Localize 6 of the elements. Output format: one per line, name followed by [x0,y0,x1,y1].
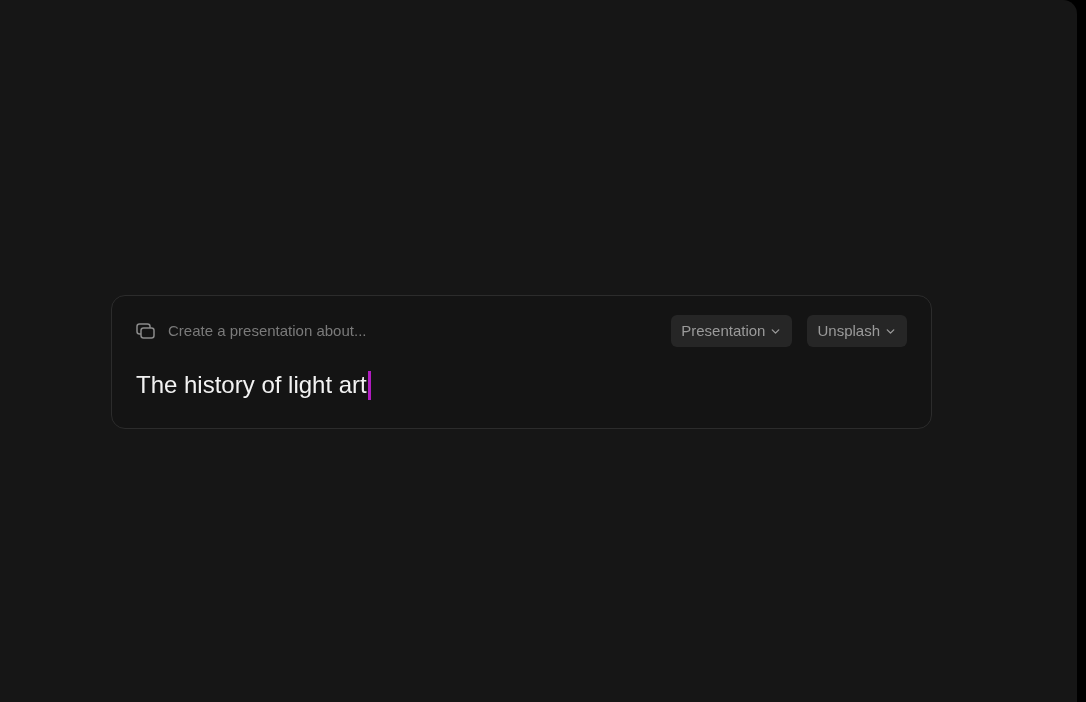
slides-icon [136,323,156,339]
prompt-label: Create a presentation about... [168,320,367,341]
topic-input[interactable]: The history of light art [136,367,907,403]
dropdown-button[interactable]: Presentation [671,315,793,347]
text-cursor [367,370,371,400]
dropdown-button[interactable]: Unsplash [807,315,907,347]
